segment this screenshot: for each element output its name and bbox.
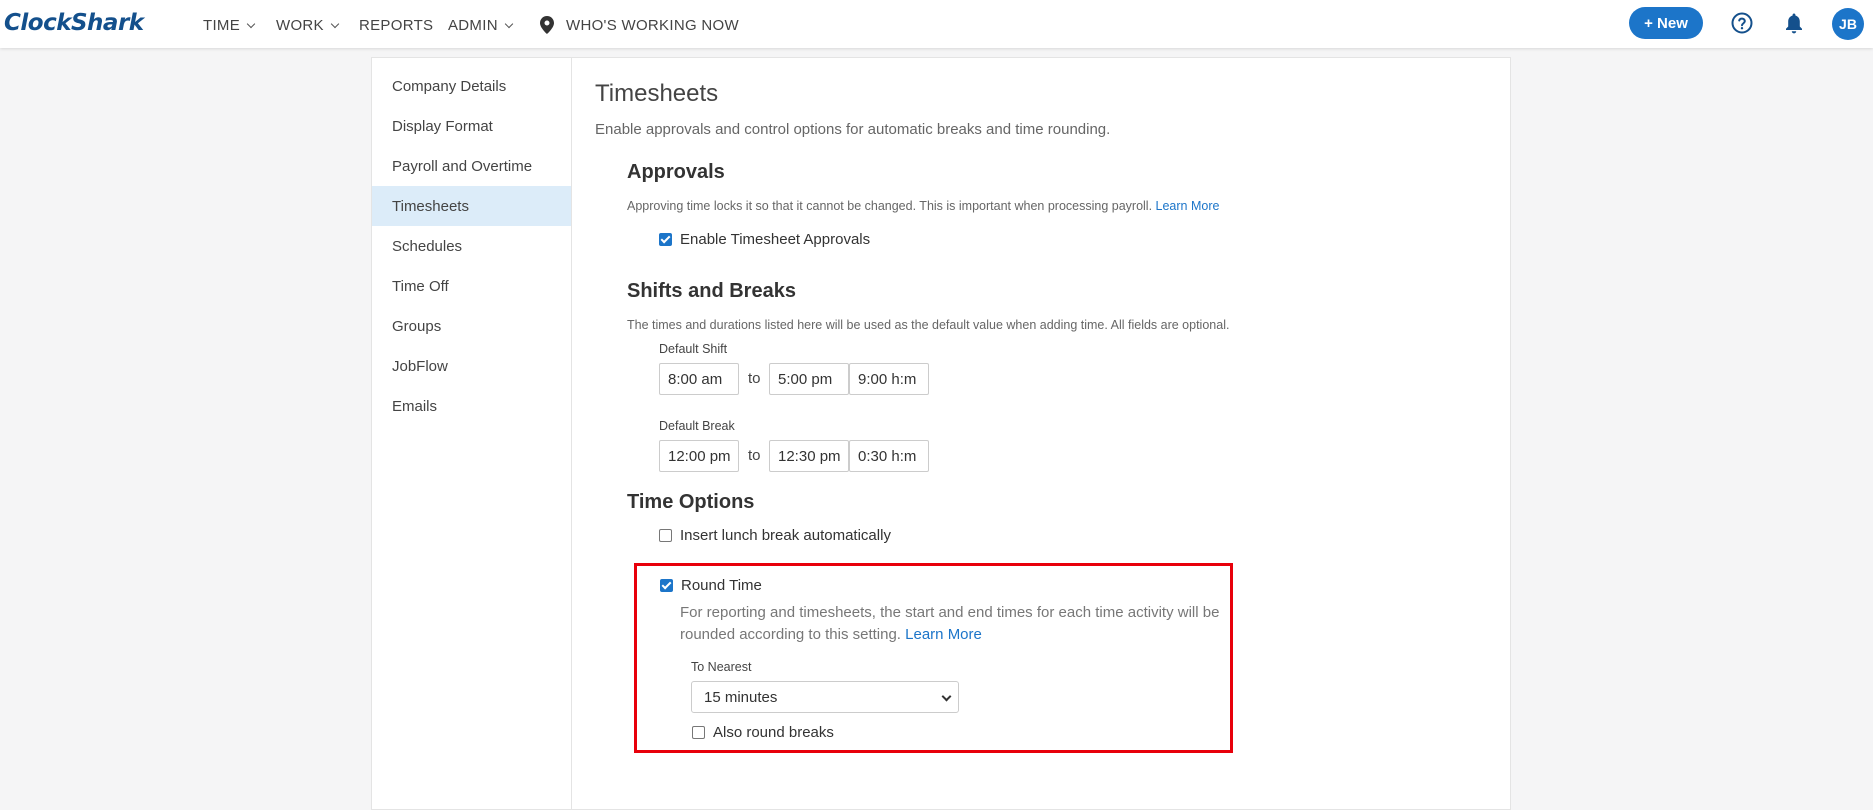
user-avatar[interactable]: JB [1832,8,1864,40]
nav-work-label: WORK [276,17,324,34]
shift-duration-input[interactable]: 9:00 h:m [849,363,929,395]
break-start-input[interactable]: 12:00 pm [659,440,739,472]
also-round-breaks-row[interactable]: Also round breaks [692,724,834,741]
clockshark-logo[interactable]: ClockShark [4,10,144,36]
nav-admin-menu[interactable]: ADMIN [448,17,514,34]
chevron-down-icon [246,19,256,28]
enable-approvals-checkbox[interactable] [659,233,672,246]
sidebar-item-emails[interactable]: Emails [372,386,571,426]
default-shift-label: Default Shift [659,342,728,356]
shifts-breaks-heading: Shifts and Breaks [627,280,796,302]
shift-start-input[interactable]: 8:00 am [659,363,739,395]
page-subtitle: Enable approvals and control options for… [595,121,1111,138]
shifts-breaks-description: The times and durations listed here will… [627,318,1230,332]
notifications-bell-icon[interactable] [1784,12,1804,34]
insert-lunch-label: Insert lunch break automatically [680,527,891,544]
insert-lunch-row[interactable]: Insert lunch break automatically [659,527,891,544]
settings-sidebar: Company Details Display Format Payroll a… [372,58,572,809]
to-nearest-selected-value: 15 minutes [704,688,778,706]
time-options-heading: Time Options [627,491,755,513]
chevron-down-icon [330,19,340,28]
nav-work-menu[interactable]: WORK [276,17,340,34]
nav-time-menu[interactable]: TIME [203,17,256,34]
round-time-learn-more-link[interactable]: Learn More [905,626,982,643]
break-to-text: to [748,447,761,464]
break-duration-input[interactable]: 0:30 h:m [849,440,929,472]
sidebar-item-display-format[interactable]: Display Format [372,106,571,146]
round-time-row[interactable]: Round Time [660,577,762,594]
nav-reports-label: REPORTS [359,17,434,34]
to-nearest-label: To Nearest [691,660,752,674]
also-round-breaks-label: Also round breaks [713,724,834,741]
also-round-breaks-checkbox[interactable] [692,726,705,739]
approvals-learn-more-link[interactable]: Learn More [1156,199,1220,213]
top-navigation-bar: ClockShark TIME WORK REPORTS ADMIN WHO'S… [0,0,1873,48]
chevron-down-icon [504,19,514,28]
default-break-label: Default Break [659,419,735,433]
approvals-description-text: Approving time locks it so that it canno… [627,199,1153,213]
enable-approvals-label: Enable Timesheet Approvals [680,231,871,248]
page-title: Timesheets [595,80,719,107]
sidebar-item-groups[interactable]: Groups [372,306,571,346]
approvals-description: Approving time locks it so that it canno… [627,199,1219,213]
sidebar-item-company-details[interactable]: Company Details [372,66,571,106]
nav-time-label: TIME [203,17,241,34]
round-time-checkbox[interactable] [660,579,673,592]
sidebar-item-timesheets[interactable]: Timesheets [372,186,571,226]
nav-admin-label: ADMIN [448,17,498,34]
nav-whos-working-label: WHO'S WORKING NOW [566,17,739,34]
help-icon[interactable] [1731,12,1753,34]
chevron-down-icon [941,691,952,702]
shift-to-text: to [748,370,761,387]
nav-reports-link[interactable]: REPORTS [359,17,433,34]
break-end-input[interactable]: 12:30 pm [769,440,849,472]
sidebar-item-jobflow[interactable]: JobFlow [372,346,571,386]
round-time-description: For reporting and timesheets, the start … [680,602,1220,646]
sidebar-item-payroll-overtime[interactable]: Payroll and Overtime [372,146,571,186]
sidebar-item-schedules[interactable]: Schedules [372,226,571,266]
sidebar-item-time-off[interactable]: Time Off [372,266,571,306]
round-time-label: Round Time [681,577,762,594]
enable-approvals-row[interactable]: Enable Timesheet Approvals [659,231,870,248]
new-button[interactable]: + New [1629,7,1703,39]
shift-end-input[interactable]: 5:00 pm [769,363,849,395]
approvals-heading: Approvals [627,161,725,183]
nav-whos-working-link[interactable]: WHO'S WORKING NOW [540,15,739,34]
to-nearest-select[interactable]: 15 minutes [691,681,959,713]
map-pin-icon [540,15,554,34]
insert-lunch-checkbox[interactable] [659,529,672,542]
